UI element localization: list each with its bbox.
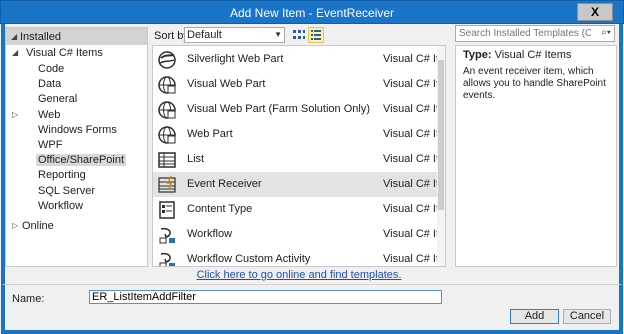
toolbar: Sort by: Default ▼ [152, 27, 447, 45]
template-type: Type: Visual C# Items [463, 49, 571, 61]
expand-arrow-icon[interactable]: ▷ [12, 108, 18, 122]
template-name: Workflow [187, 228, 233, 240]
tree-item-label: Windows Forms [38, 123, 117, 136]
template-item-silverlight-web-part[interactable]: Silverlight Web PartVisual C# Items [153, 47, 445, 72]
list-view-icon [311, 30, 321, 40]
online-templates-link[interactable]: Click here to go online and find templat… [152, 269, 446, 281]
tree-item-label: General [38, 93, 78, 106]
search-box[interactable]: ⌕▾ [455, 25, 615, 42]
template-item-visual-web-part-farm-solution-only[interactable]: Visual Web Part (Farm Solution Only) Visu… [153, 97, 445, 122]
cancel-button[interactable]: Cancel [563, 309, 611, 324]
collapse-arrow-icon[interactable]: ◢ [12, 46, 18, 60]
template-name: Visual Web Part [187, 78, 266, 90]
type-value: Visual C# Items [494, 49, 572, 61]
tree-item-label: Code [38, 63, 65, 75]
content-type-icon [157, 200, 177, 220]
tree-item-general[interactable]: General [38, 92, 77, 106]
close-button[interactable]: X [577, 3, 613, 21]
template-name: Content Type [187, 203, 253, 215]
chevron-down-icon: ▼ [274, 30, 282, 39]
tree-item-data[interactable]: Data [38, 77, 61, 91]
template-info-pane: Type: Visual C# Items An event receiver … [455, 45, 617, 267]
tree-installed-header[interactable]: ◢ Installed [6, 28, 147, 45]
workflow-activity-icon [157, 250, 177, 266]
tree-item-label: Office/SharePoint [36, 154, 127, 167]
name-field[interactable] [89, 290, 442, 304]
search-input[interactable] [456, 26, 591, 41]
title-bar: Add New Item - EventReceiver X [0, 0, 624, 24]
template-name: Workflow Custom Activity [187, 253, 311, 265]
visual-webpart-icon [157, 75, 177, 95]
template-list[interactable]: Silverlight Web PartVisual C# ItemsVisua… [152, 45, 446, 267]
tree-item-visual-csharp[interactable]: ◢ Visual C# Items [12, 46, 103, 60]
small-icons-view-button[interactable] [291, 27, 307, 43]
vertical-scrollbar[interactable] [437, 46, 445, 266]
list-view-button[interactable] [308, 27, 324, 43]
name-label: Name: [12, 293, 45, 305]
workflow-icon [157, 225, 177, 245]
tree-item-office-sharepoint[interactable]: Office/SharePoint [36, 153, 127, 167]
tree-item-label: Online [22, 220, 54, 232]
tree-item-label: WPF [38, 139, 63, 151]
sort-dropdown-value: Default [187, 29, 222, 41]
template-item-list[interactable]: ListVisual C# Items [153, 147, 445, 172]
template-item-content-type[interactable]: Content TypeVisual C# Items [153, 197, 445, 222]
tree-item-web[interactable]: ▷ Web [12, 108, 61, 122]
tree-item-windows-forms[interactable]: Windows Forms [38, 123, 117, 137]
template-name: Event Receiver [187, 178, 262, 190]
template-item-web-part[interactable]: Web PartVisual C# Items [153, 122, 445, 147]
tree-item-label: Data [38, 78, 62, 91]
window-title: Add New Item - EventReceiver [229, 6, 395, 20]
sort-dropdown[interactable]: Default ▼ [184, 27, 285, 43]
tree-installed-label: Installed [20, 31, 61, 43]
event-receiver-icon [157, 175, 177, 195]
silverlight-webpart-icon [157, 50, 177, 70]
tree-item-wpf[interactable]: WPF [38, 138, 62, 152]
scrollbar-thumb[interactable] [438, 60, 444, 210]
template-item-visual-web-part[interactable]: Visual Web PartVisual C# Items [153, 72, 445, 97]
tree-item-reporting[interactable]: Reporting [38, 168, 86, 182]
template-item-event-receiver[interactable]: Event ReceiverVisual C# Items [153, 172, 445, 197]
tree-item-label: Workflow [38, 199, 84, 212]
type-label: Type: [463, 49, 492, 61]
tree-item-label: Visual C# Items [26, 47, 103, 59]
tree-item-label: Reporting [38, 169, 86, 182]
tree-item-workflow[interactable]: Workflow [38, 199, 83, 213]
template-item-workflow[interactable]: WorkflowVisual C# Items [153, 222, 445, 247]
webpart-icon [157, 125, 177, 145]
template-name: Web Part [187, 128, 233, 140]
add-button[interactable]: Add [510, 309, 559, 324]
tree-item-online[interactable]: ▷ Online [12, 219, 54, 233]
collapse-arrow-icon[interactable]: ◢ [11, 32, 17, 41]
tree-item-label: Web [38, 108, 61, 121]
expand-arrow-icon[interactable]: ▷ [12, 219, 18, 233]
list-icon [157, 150, 177, 170]
tree-item-code[interactable]: Code [38, 62, 64, 76]
tree-item-label: SQL Server [38, 184, 96, 197]
template-name: Visual Web Part (Farm Solution Only) [187, 103, 370, 115]
template-name: Silverlight Web Part [187, 53, 284, 65]
category-tree[interactable]: ◢ Installed ◢ Visual C# Items Code Data Ge… [5, 27, 148, 267]
template-item-workflow-custom-activity[interactable]: Workflow Custom ActivityVisual C# Items [153, 247, 445, 266]
search-icon[interactable]: ⌕▾ [601, 27, 611, 38]
visual-webpart-farm-icon [157, 100, 177, 120]
template-description: An event receiver item, which allows you… [463, 66, 606, 101]
small-icons-view-icon [293, 30, 305, 39]
tree-item-sql-server[interactable]: SQL Server [38, 184, 95, 198]
template-name: List [187, 153, 205, 165]
